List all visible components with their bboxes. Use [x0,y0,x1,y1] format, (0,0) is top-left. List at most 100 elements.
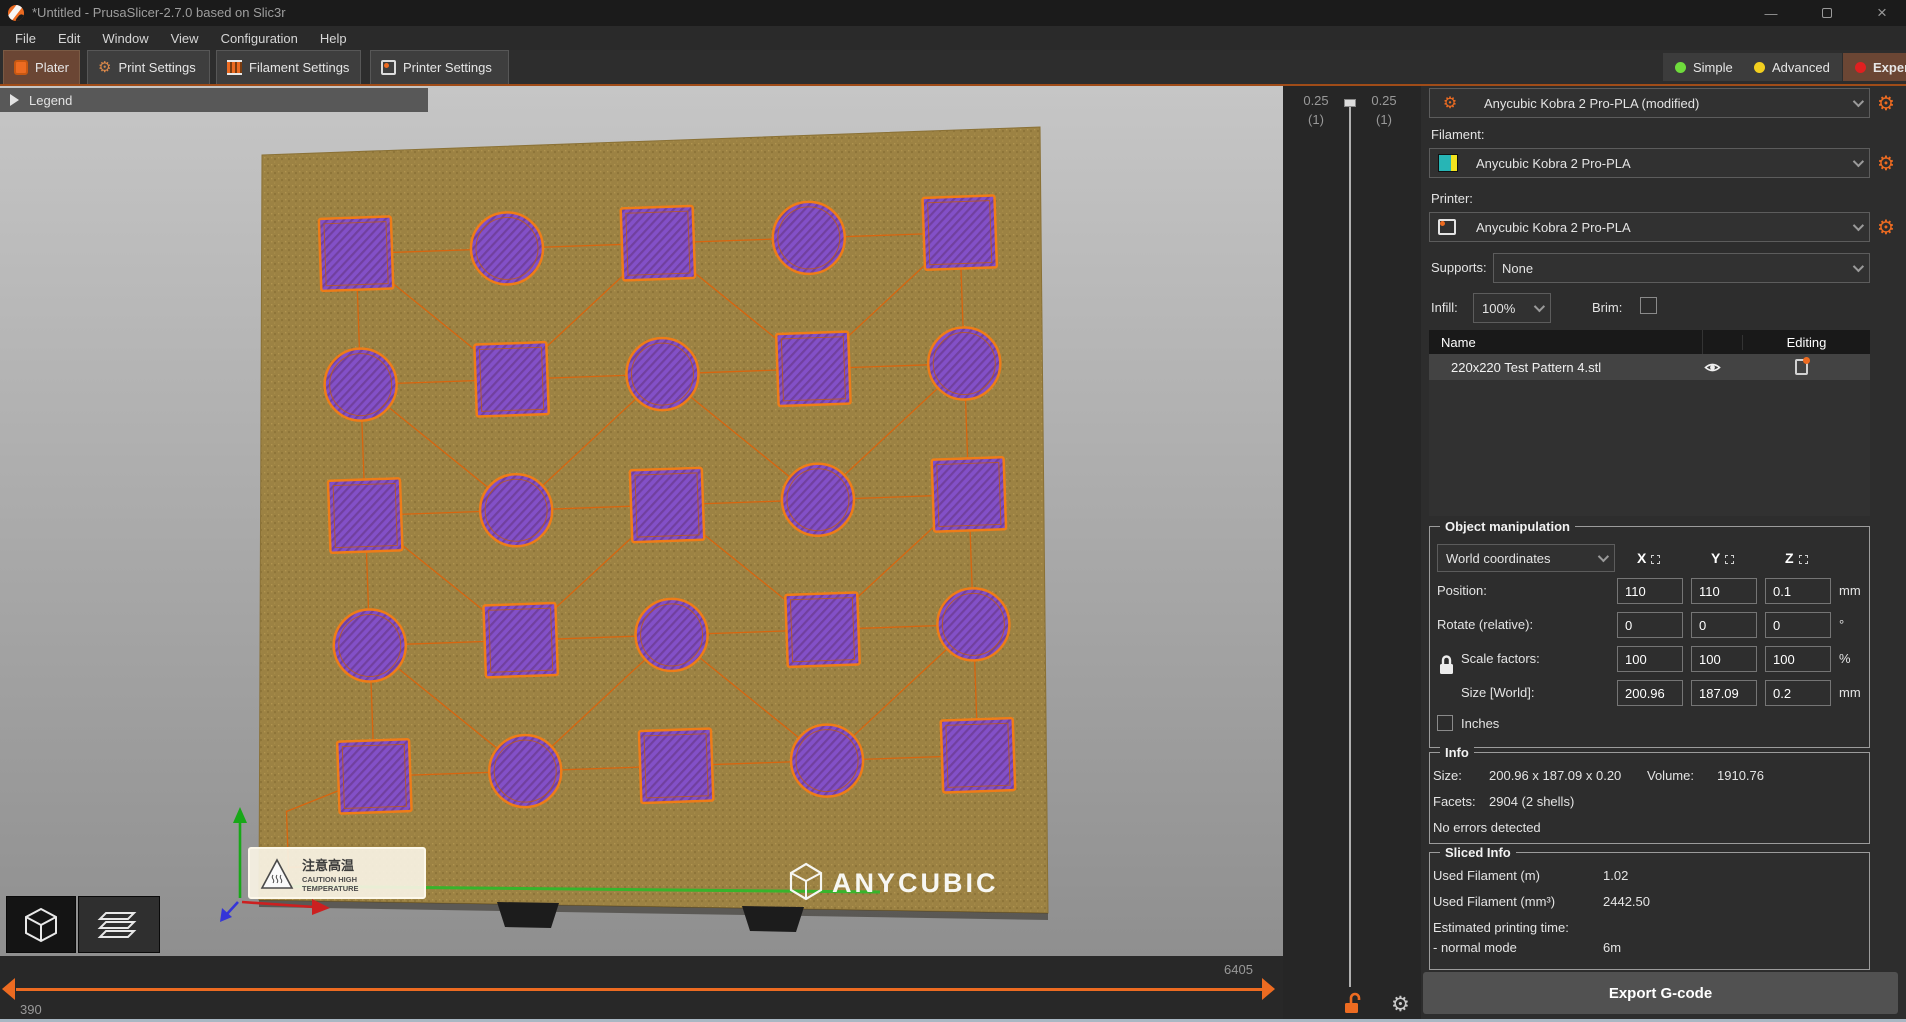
view-3d-editor-button[interactable] [6,896,76,953]
printed-circle [790,723,864,797]
printed-circle [479,473,553,547]
print-settings-button[interactable]: ⚙ [1873,90,1899,116]
printer-icon [381,60,396,75]
position-y-input[interactable] [1691,578,1757,604]
restore-button[interactable] [1803,0,1851,26]
legend-bar[interactable]: Legend [0,88,428,112]
restore-icon [1822,8,1832,18]
layer-slider-thumb[interactable] [1344,99,1356,107]
infill-label: Infill: [1431,300,1458,315]
print-preset-combo[interactable]: ⚙ Anycubic Kobra 2 Pro-PLA (modified) [1429,88,1870,118]
move-slider-bar: 6405 390 [0,956,1283,1022]
menu-edit[interactable]: Edit [47,28,91,49]
layers-icon [96,905,142,945]
printed-square [639,729,713,803]
printed-circle [772,201,846,275]
column-name: Name [1429,335,1702,350]
tab-print-settings[interactable]: ⚙ Print Settings [87,50,210,84]
infill-combo[interactable]: 100% [1473,293,1551,323]
export-gcode-button[interactable]: Export G-code [1423,972,1898,1014]
y-axis-box-icon[interactable] [1725,555,1734,564]
rotate-z-input[interactable] [1765,612,1831,638]
move-slider-left-handle[interactable] [2,978,15,1000]
tab-printer-settings[interactable]: Printer Settings [370,50,509,84]
printer-preset-combo[interactable]: Anycubic Kobra 2 Pro-PLA [1429,212,1870,242]
eye-icon [1704,361,1721,374]
printed-square [621,206,695,280]
slider-unlock-icon[interactable] [1343,992,1361,1016]
info-legend: Info [1440,745,1474,760]
position-z-input[interactable] [1765,578,1831,604]
object-row[interactable]: 220x220 Test Pattern 4.stl [1429,354,1870,380]
move-slider-track[interactable] [16,988,1262,991]
tab-plater[interactable]: Plater [3,50,80,84]
printed-square [337,739,411,813]
size-unit: mm [1839,685,1861,700]
size-x-input[interactable] [1617,680,1683,706]
info-size-value: 200.96 x 187.09 x 0.20 [1489,768,1621,783]
menu-file[interactable]: File [4,28,47,49]
uniform-scale-lock-icon[interactable] [1438,654,1455,676]
slider-settings-gear-icon[interactable]: ⚙ [1391,992,1410,1017]
editing-cell[interactable] [1732,359,1870,375]
menu-configuration[interactable]: Configuration [210,28,309,49]
mode-simple-button[interactable]: Simple [1663,53,1745,81]
layer-slider-lower-layer: (1) [1299,112,1333,127]
move-slider-min-label: 390 [20,1002,42,1017]
used-filament-m-value: 1.02 [1603,868,1628,883]
x-axis-box-icon[interactable] [1651,555,1660,564]
menu-help[interactable]: Help [309,28,358,49]
layer-slider-track[interactable] [1349,101,1351,987]
scale-y-input[interactable] [1691,646,1757,672]
scale-label: Scale factors: [1461,651,1540,666]
print-settings-gear-icon: ⚙ [98,60,111,75]
info-status: No errors detected [1433,820,1541,835]
chevron-down-icon [1598,551,1609,562]
filament-label: Filament: [1431,127,1484,142]
printer-settings-button[interactable]: ⚙ [1873,214,1899,240]
printed-circle [323,347,397,421]
close-button[interactable]: × [1858,0,1906,26]
column-editing: Editing [1742,335,1870,350]
filament-settings-button[interactable]: ⚙ [1873,150,1899,176]
coordinates-value: World coordinates [1446,551,1598,566]
visibility-toggle[interactable] [1692,361,1732,374]
view-sliced-preview-button[interactable] [78,896,160,953]
filament-preset-combo[interactable]: Anycubic Kobra 2 Pro-PLA [1429,148,1870,178]
printed-circle [927,326,1001,400]
size-y-input[interactable] [1691,680,1757,706]
printed-square [776,332,850,406]
brim-checkbox[interactable] [1640,297,1657,314]
rotate-x-input[interactable] [1617,612,1683,638]
supports-combo[interactable]: None [1493,253,1870,283]
tab-filament-settings[interactable]: Filament Settings [216,50,361,84]
printed-circle [625,337,699,411]
printing-time-label: Estimated printing time: [1433,920,1569,935]
svg-text:CAUTION HIGH: CAUTION HIGH [302,875,357,884]
printed-circle [333,608,407,682]
viewport-3d[interactable]: 注意高温 CAUTION HIGH TEMPERATURE ANYCUBIC L… [0,86,1283,956]
rotate-y-input[interactable] [1691,612,1757,638]
print-preset-gear-icon: ⚙ [1438,90,1462,116]
printer-preset-icon [1438,219,1456,235]
size-z-input[interactable] [1765,680,1831,706]
inches-checkbox[interactable] [1437,715,1453,731]
printed-square [941,718,1015,792]
printed-circle [936,587,1010,661]
position-x-input[interactable] [1617,578,1683,604]
scale-z-input[interactable] [1765,646,1831,672]
mode-expert-button[interactable]: Expert [1843,53,1906,81]
minimize-button[interactable]: — [1747,0,1795,26]
mode-advanced-button[interactable]: Advanced [1742,53,1842,81]
menu-window[interactable]: Window [91,28,159,49]
menu-view[interactable]: View [160,28,210,49]
printed-circle [781,462,855,536]
printed-square [483,603,557,677]
sliced-info-legend: Sliced Info [1440,845,1516,860]
info-volume-value: 1910.76 [1717,768,1764,783]
z-axis-box-icon[interactable] [1799,555,1808,564]
coordinates-combo[interactable]: World coordinates [1437,544,1615,572]
move-slider-right-handle[interactable] [1262,978,1275,1000]
size-label: Size [World]: [1461,685,1534,700]
scale-x-input[interactable] [1617,646,1683,672]
